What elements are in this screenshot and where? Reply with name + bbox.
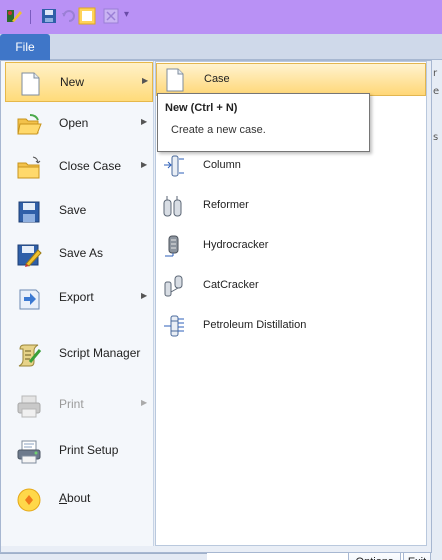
label-rest: bout <box>67 491 91 505</box>
submenu-item-label: Hydrocracker <box>203 239 269 251</box>
menu-item-new[interactable]: New ▶ <box>5 62 153 102</box>
submenu-arrow-icon: ▶ <box>141 291 148 300</box>
menu-item-script-manager[interactable]: Script Manager <box>5 334 153 374</box>
submenu-item-hydrocracker[interactable]: Hydrocracker <box>156 230 426 263</box>
tooltip-body: Create a new case. <box>171 124 266 136</box>
menu-item-label: Print <box>59 397 84 411</box>
menu-item-label: Close Case <box>59 159 122 173</box>
title-bar: ▾ <box>0 0 442 34</box>
file-menu-commands: New ▶ Open ▶ Close Case ▶ Save Save As E… <box>1 61 154 546</box>
submenu-item-case[interactable]: Case <box>156 63 426 96</box>
tooltip-title: New (Ctrl + N) <box>165 102 238 114</box>
background-text-fragment: e <box>433 86 440 97</box>
close-case-folder-icon <box>17 156 41 179</box>
access-key: A <box>59 491 68 505</box>
menu-item-export[interactable]: Export ▶ <box>5 278 153 318</box>
submenu-arrow-icon: ▶ <box>141 398 148 407</box>
menu-item-label: Script Manager <box>59 346 141 360</box>
menu-item-print-setup[interactable]: Print Setup <box>5 431 153 471</box>
submenu-item-catcracker[interactable]: CatCracker <box>156 270 426 303</box>
new-document-icon[interactable] <box>78 7 96 25</box>
file-tab[interactable]: File <box>0 34 50 60</box>
script-manager-icon <box>18 344 42 367</box>
case-document-icon <box>166 68 184 92</box>
hydrocracker-icon <box>165 235 179 257</box>
menu-item-label: New <box>60 75 85 89</box>
submenu-item-label: Case <box>204 73 230 85</box>
menu-item-label: Save As <box>59 246 104 260</box>
open-folder-icon <box>17 114 42 135</box>
submenu-item-label: Petroleum Distillation <box>203 319 307 331</box>
menu-item-close-case[interactable]: Close Case ▶ <box>5 147 153 187</box>
menu-item-open[interactable]: Open ▶ <box>5 104 153 144</box>
ribbon-tab-strip: File <box>0 34 442 60</box>
access-key: E <box>408 556 415 560</box>
menu-item-save[interactable]: Save <box>5 191 153 231</box>
submenu-item-label: CatCracker <box>203 279 259 291</box>
new-tooltip: New (Ctrl + N) Create a new case. <box>157 93 370 152</box>
submenu-arrow-icon: ▶ <box>142 76 149 85</box>
close-document-icon[interactable] <box>102 7 120 25</box>
save-icon <box>18 201 40 223</box>
submenu-item-column[interactable]: Column <box>156 150 426 183</box>
submenu-arrow-icon: ▶ <box>141 160 148 169</box>
save-as-icon <box>17 244 42 267</box>
submenu-item-label: Reformer <box>203 199 249 211</box>
submenu-item-label: Column <box>203 159 241 171</box>
petroleum-distillation-icon <box>164 315 184 337</box>
export-icon <box>19 289 40 310</box>
printer-icon <box>17 395 41 418</box>
menu-item-label: Export <box>59 290 94 304</box>
app-logo-icon[interactable] <box>6 7 24 25</box>
about-icon <box>17 488 41 512</box>
menu-item-save-as[interactable]: Save As <box>5 234 153 274</box>
toolbar-separator <box>30 10 31 24</box>
customize-dropdown-icon[interactable]: ▾ <box>124 9 138 27</box>
submenu-arrow-icon: ▶ <box>141 117 148 126</box>
background-text-fragment: s <box>433 132 439 143</box>
exit-button[interactable]: Exit <box>403 552 431 560</box>
print-setup-icon <box>17 440 41 464</box>
column-icon <box>164 155 184 177</box>
options-button[interactable]: Options <box>348 552 401 560</box>
menu-item-label: Save <box>59 203 87 217</box>
catcracker-icon <box>164 275 183 297</box>
status-strip <box>0 553 207 560</box>
menu-item-label: Open <box>59 116 89 130</box>
menu-item-label: About <box>59 491 90 505</box>
submenu-item-reformer[interactable]: Reformer <box>156 190 426 223</box>
save-icon[interactable] <box>40 7 58 25</box>
new-document-icon <box>21 72 40 96</box>
reformer-icon <box>163 196 182 217</box>
submenu-item-petroleum-distillation[interactable]: Petroleum Distillation <box>156 310 426 343</box>
label-rest: xit <box>415 556 426 560</box>
menu-item-label: Print Setup <box>59 443 119 457</box>
menu-item-print[interactable]: Print ▶ <box>5 385 153 425</box>
background-text-fragment: r <box>433 68 438 79</box>
undo-icon[interactable] <box>60 7 78 25</box>
menu-item-about[interactable]: About <box>5 479 153 519</box>
